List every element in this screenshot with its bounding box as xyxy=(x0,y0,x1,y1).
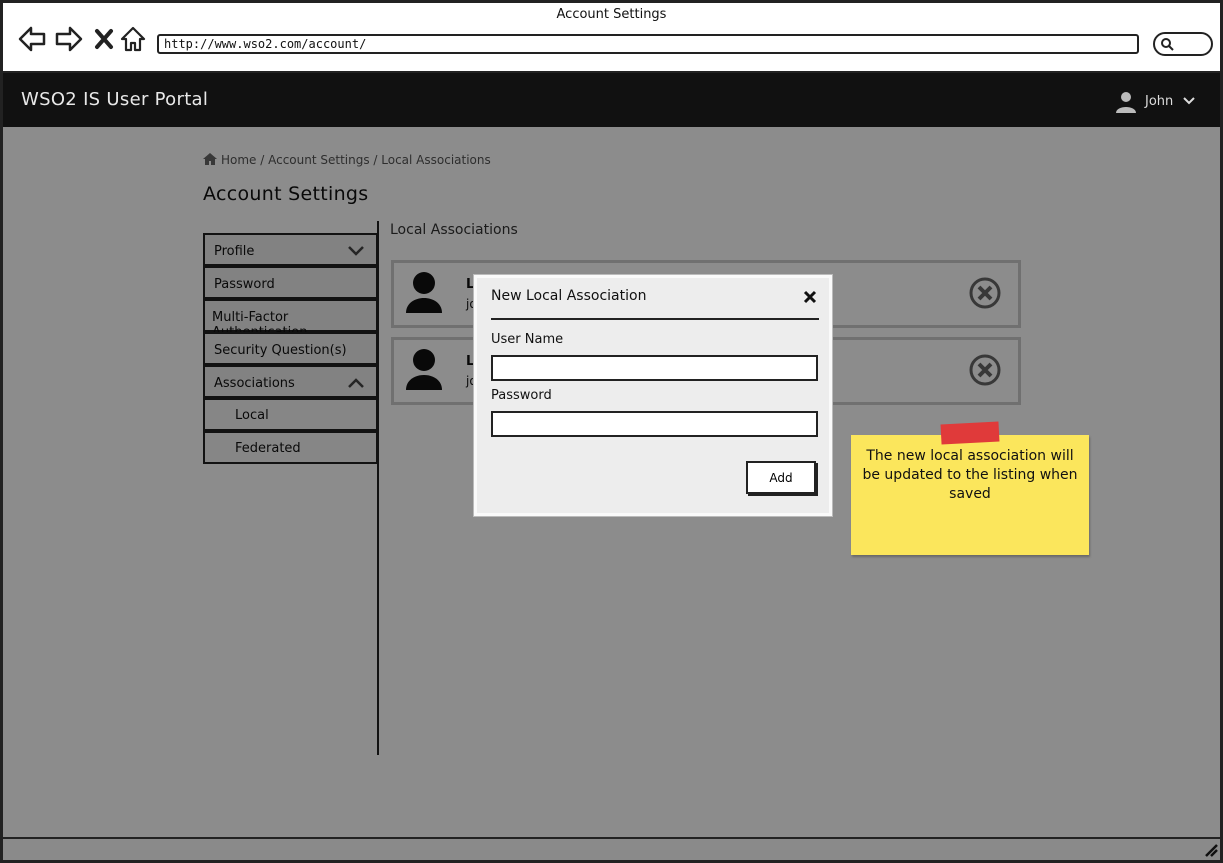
app-header: WSO2 IS User Portal John xyxy=(3,73,1220,127)
sticky-note-text: The new local association will be update… xyxy=(862,448,1078,502)
dialog-title: New Local Association xyxy=(491,288,647,304)
window-title: Account Settings xyxy=(556,7,667,22)
browser-chrome: Account Settings http://www.wso2.com/acc… xyxy=(3,3,1220,73)
resize-grip-icon[interactable] xyxy=(1204,843,1218,857)
dialog-divider xyxy=(491,318,819,320)
password-input[interactable] xyxy=(491,411,818,437)
status-bar xyxy=(3,837,1220,860)
forward-arrow-icon[interactable] xyxy=(54,23,84,55)
username-input[interactable] xyxy=(491,355,818,381)
sticky-note: The new local association will be update… xyxy=(851,421,1089,555)
close-icon[interactable] xyxy=(803,290,817,304)
app-title: WSO2 IS User Portal xyxy=(21,89,209,110)
back-arrow-icon[interactable] xyxy=(17,23,47,55)
search-icon xyxy=(1161,38,1174,51)
new-local-association-dialog: New Local Association User Name Password… xyxy=(474,275,832,516)
browser-window: Account Settings http://www.wso2.com/acc… xyxy=(0,0,1223,863)
chevron-down-icon xyxy=(1183,97,1195,105)
user-avatar-icon xyxy=(1116,92,1136,113)
sticky-tape xyxy=(940,421,1000,445)
url-bar[interactable]: http://www.wso2.com/account/ xyxy=(157,34,1139,54)
browser-search-box[interactable] xyxy=(1153,32,1213,56)
home-icon[interactable] xyxy=(119,23,147,55)
username-label: User Name xyxy=(491,332,564,347)
add-button[interactable]: Add xyxy=(746,461,816,494)
stop-x-icon[interactable] xyxy=(93,23,115,55)
user-name: John xyxy=(1145,94,1174,109)
password-label: Password xyxy=(491,388,552,403)
